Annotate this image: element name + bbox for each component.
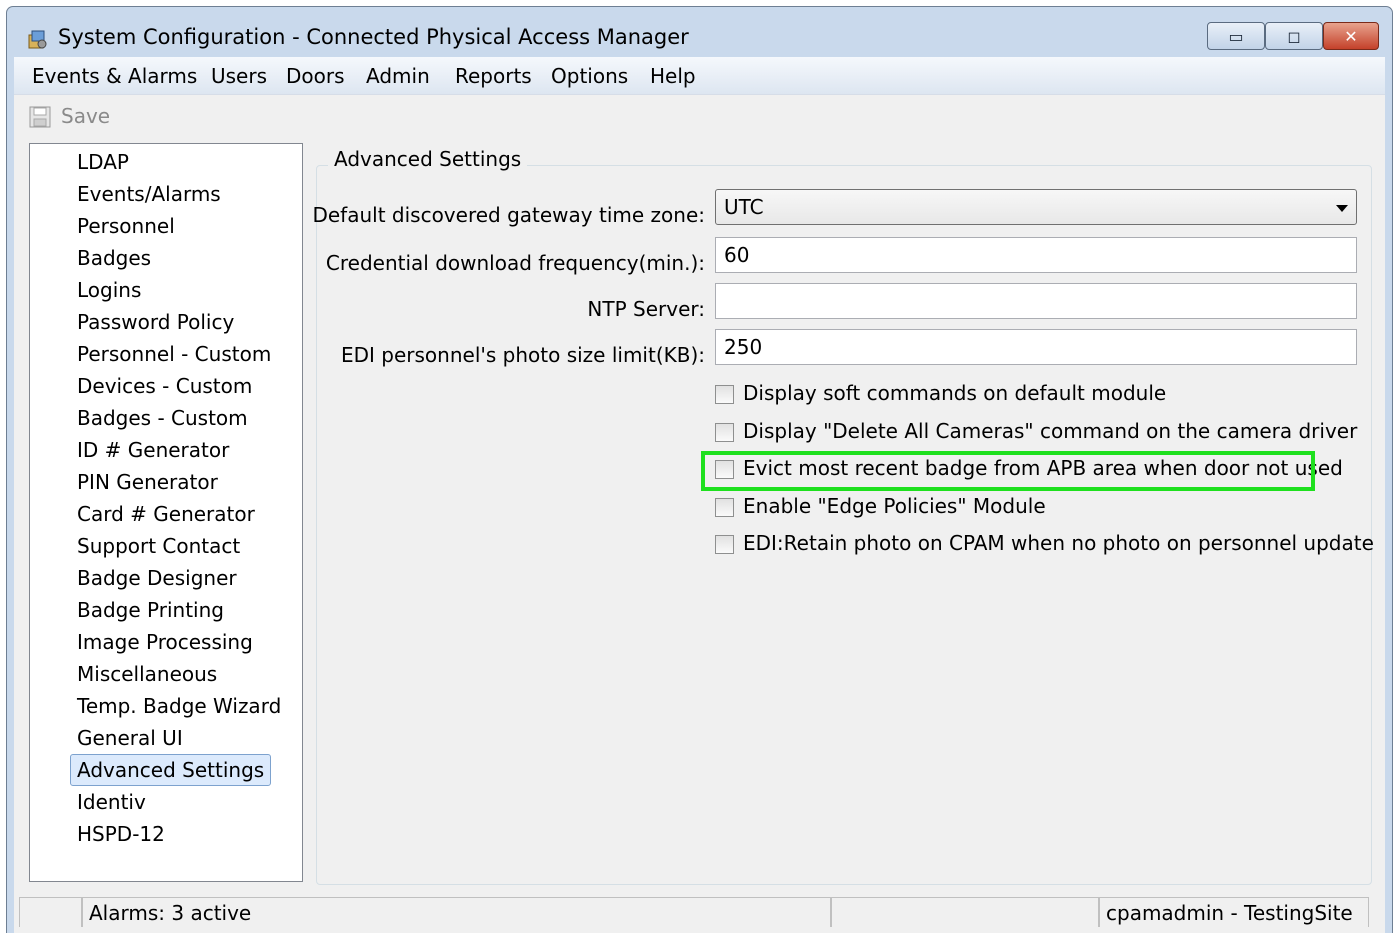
timezone-label: Default discovered gateway time zone: xyxy=(312,203,705,227)
checkbox-delete-cameras[interactable] xyxy=(715,423,734,442)
credential-frequency-label: Credential download frequency(min.): xyxy=(325,251,705,275)
toolbar: Save xyxy=(14,95,1385,137)
menu-admin[interactable]: Admin xyxy=(366,64,430,88)
settings-category-list[interactable]: LDAP Events/Alarms Personnel Badges Logi… xyxy=(29,143,303,882)
menu-bar: Events & Alarms Users Doors Admin Report… xyxy=(14,57,1385,95)
group-title: Advanced Settings xyxy=(328,147,528,171)
app-icon xyxy=(28,30,47,49)
photo-size-limit-input[interactable]: 250 xyxy=(715,329,1357,365)
menu-users[interactable]: Users xyxy=(211,64,267,88)
nav-item-devices-custom[interactable]: Devices - Custom xyxy=(70,370,259,402)
nav-item-hspd-12[interactable]: HSPD-12 xyxy=(70,818,172,850)
chevron-down-icon[interactable] xyxy=(1336,205,1348,212)
close-button[interactable]: ✕ xyxy=(1323,22,1379,50)
checkbox-retain-photo[interactable] xyxy=(715,535,734,554)
nav-item-password-policy[interactable]: Password Policy xyxy=(70,306,241,338)
menu-options[interactable]: Options xyxy=(551,64,628,88)
menu-events-alarms[interactable]: Events & Alarms xyxy=(32,64,197,88)
floppy-disk-icon[interactable] xyxy=(28,105,52,129)
window-title: System Configuration - Connected Physica… xyxy=(58,25,689,49)
save-button[interactable]: Save xyxy=(61,104,110,128)
nav-item-pin-generator[interactable]: PIN Generator xyxy=(70,466,225,498)
checkbox-edge-policies[interactable] xyxy=(715,498,734,517)
nav-item-support-contact[interactable]: Support Contact xyxy=(70,530,247,562)
nav-item-miscellaneous[interactable]: Miscellaneous xyxy=(70,658,224,690)
menu-reports[interactable]: Reports xyxy=(455,64,532,88)
nav-item-advanced-settings[interactable]: Advanced Settings xyxy=(70,754,272,786)
checkbox-label: Display soft commands on default module xyxy=(743,381,1167,405)
checkbox-label: Enable "Edge Policies" Module xyxy=(743,494,1046,518)
timezone-select[interactable]: UTC xyxy=(715,189,1357,225)
checkbox-soft-commands[interactable] xyxy=(715,385,734,404)
nav-item-id-generator[interactable]: ID # Generator xyxy=(70,434,236,466)
nav-item-identiv[interactable]: Identiv xyxy=(70,786,153,818)
app-window: System Configuration - Connected Physica… xyxy=(6,6,1393,933)
nav-item-badge-designer[interactable]: Badge Designer xyxy=(70,562,244,594)
nav-item-general-ui[interactable]: General UI xyxy=(70,722,190,754)
nav-item-events-alarms[interactable]: Events/Alarms xyxy=(70,178,228,210)
nav-item-card-generator[interactable]: Card # Generator xyxy=(70,498,262,530)
nav-item-badges[interactable]: Badges xyxy=(70,242,158,274)
checkbox-label: EDI:Retain photo on CPAM when no photo o… xyxy=(743,531,1374,555)
menu-help[interactable]: Help xyxy=(650,64,696,88)
nav-item-ldap[interactable]: LDAP xyxy=(70,146,136,178)
status-middle xyxy=(831,897,1099,927)
photo-size-limit-label: EDI personnel's photo size limit(KB): xyxy=(340,343,705,367)
timezone-value: UTC xyxy=(724,195,764,219)
nav-item-badge-printing[interactable]: Badge Printing xyxy=(70,594,231,626)
nav-item-image-processing[interactable]: Image Processing xyxy=(70,626,260,658)
nav-item-badges-custom[interactable]: Badges - Custom xyxy=(70,402,255,434)
nav-item-personnel[interactable]: Personnel xyxy=(70,210,182,242)
ntp-server-label: NTP Server: xyxy=(587,297,705,321)
status-user: cpamadmin - TestingSite xyxy=(1099,897,1369,927)
client-area: Events & Alarms Users Doors Admin Report… xyxy=(14,57,1385,933)
status-bar: Alarms: 3 active cpamadmin - TestingSite xyxy=(14,893,1385,933)
status-cell-empty xyxy=(19,897,82,927)
nav-item-personnel-custom[interactable]: Personnel - Custom xyxy=(70,338,278,370)
status-alarms[interactable]: Alarms: 3 active xyxy=(82,897,831,927)
highlight-box xyxy=(701,451,1315,491)
maximize-button[interactable]: ◻ xyxy=(1265,22,1323,50)
title-bar[interactable]: System Configuration - Connected Physica… xyxy=(7,7,1392,63)
ntp-server-input[interactable] xyxy=(715,283,1357,319)
checkbox-label: Display "Delete All Cameras" command on … xyxy=(743,419,1358,443)
menu-doors[interactable]: Doors xyxy=(286,64,345,88)
nav-item-temp-badge-wizard[interactable]: Temp. Badge Wizard xyxy=(70,690,288,722)
nav-item-logins[interactable]: Logins xyxy=(70,274,148,306)
minimize-button[interactable]: ▭ xyxy=(1207,22,1265,50)
credential-frequency-input[interactable]: 60 xyxy=(715,237,1357,273)
